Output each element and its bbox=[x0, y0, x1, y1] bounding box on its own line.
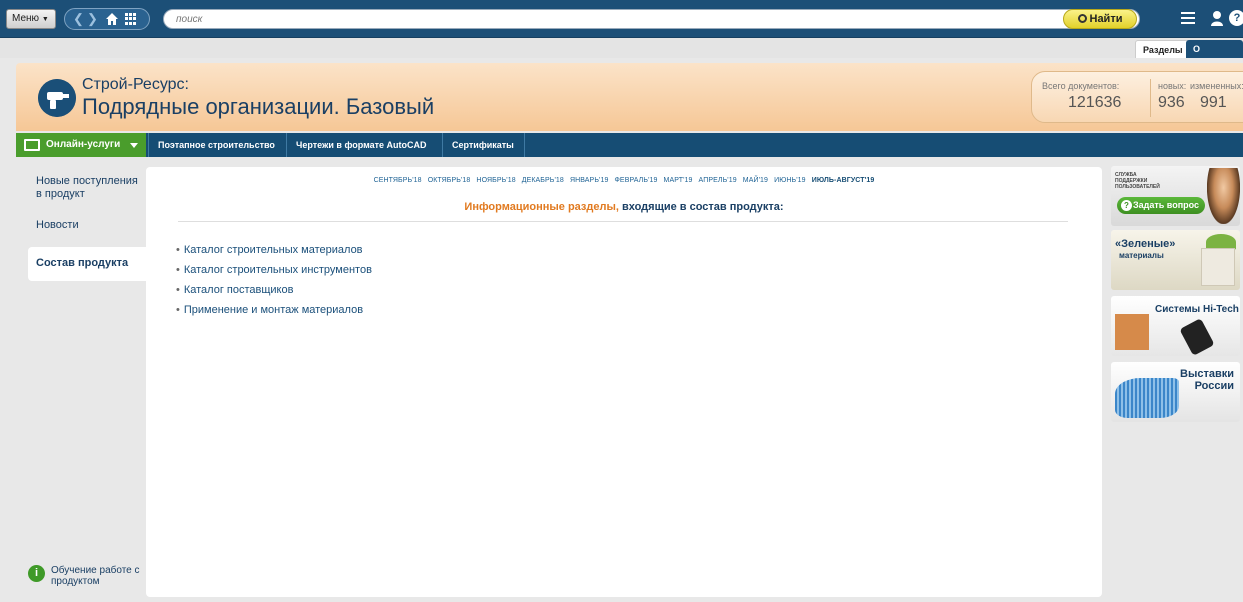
menu-label: Меню bbox=[12, 13, 40, 24]
nav-autocad-drawings[interactable]: Чертежи в формате AutoCAD bbox=[286, 133, 436, 157]
list-item[interactable]: • Применение и монтаж материалов bbox=[176, 300, 372, 320]
month-link[interactable]: АПРЕЛЬ'19 bbox=[699, 177, 737, 184]
ask-question-label: Задать вопрос bbox=[1133, 200, 1200, 210]
tab-about[interactable]: О системе bbox=[1186, 40, 1243, 72]
top-toolbar: Меню ▼ ❮ ❯ Найти ? bbox=[0, 0, 1243, 38]
product-header: Строй-Ресурс: Подрядные организации. Баз… bbox=[16, 63, 1243, 131]
hitech-title: Системы Hi-Tech bbox=[1155, 304, 1239, 315]
info-icon: i bbox=[28, 565, 45, 582]
new-docs-label: новых: bbox=[1158, 81, 1187, 91]
support-banner[interactable]: СЛУЖБА ПОДДЕРЖКИ ПОЛЬЗОВАТЕЛЕЙ ? Задать … bbox=[1111, 166, 1240, 226]
changed-docs-value: 991 bbox=[1200, 94, 1227, 111]
list-item[interactable]: • Каталог строительных инструментов bbox=[176, 260, 372, 280]
expo-title: Выставки России bbox=[1180, 368, 1234, 392]
green-materials-subtitle: материалы bbox=[1119, 251, 1164, 260]
grid-menu-icon[interactable] bbox=[125, 13, 139, 25]
sidebar-item-news[interactable]: Новости bbox=[36, 219, 79, 232]
section-heading: Информационные разделы, входящие в соста… bbox=[146, 201, 1102, 213]
support-title: СЛУЖБА ПОДДЕРЖКИ ПОЛЬЗОВАТЕЛЕЙ bbox=[1115, 172, 1160, 190]
product-title: Подрядные организации. Базовый bbox=[82, 94, 435, 119]
month-link[interactable]: ФЕВРАЛЬ'19 bbox=[615, 177, 658, 184]
list-item[interactable]: • Каталог строительных материалов bbox=[176, 240, 372, 260]
online-services-menu[interactable]: Онлайн-услуги bbox=[16, 133, 146, 157]
question-icon: ? bbox=[1121, 200, 1132, 211]
month-link[interactable]: ЯНВАРЬ'19 bbox=[570, 177, 609, 184]
expo-banner[interactable]: Выставки России bbox=[1111, 362, 1240, 422]
list-item[interactable]: • Каталог поставщиков bbox=[176, 280, 372, 300]
nav-stage-construction[interactable]: Поэтапное строительство bbox=[148, 133, 284, 157]
search-input[interactable] bbox=[163, 9, 1140, 29]
hamburger-menu-icon[interactable] bbox=[1181, 12, 1195, 24]
changed-docs-label: измененных: bbox=[1190, 81, 1243, 91]
phone-image bbox=[1179, 318, 1215, 356]
tab-sections[interactable]: Разделы bbox=[1135, 40, 1191, 58]
hitech-banner[interactable]: Системы Hi-Tech bbox=[1111, 296, 1240, 356]
month-link[interactable]: СЕНТЯБРЬ'18 bbox=[374, 177, 422, 184]
brand-subtitle: Строй-Ресурс: bbox=[82, 76, 189, 93]
month-link[interactable]: ДЕКАБРЬ'18 bbox=[522, 177, 564, 184]
main-navigation: Онлайн-услуги Поэтапное строительство Че… bbox=[16, 133, 1243, 157]
sidebar-item-new-arrivals[interactable]: Новые поступления в продукт bbox=[36, 175, 144, 201]
find-label: Найти bbox=[1089, 13, 1123, 25]
total-docs-value: 121636 bbox=[1068, 94, 1122, 111]
forward-arrow-icon[interactable]: ❯ bbox=[87, 11, 98, 27]
russia-map-image bbox=[1115, 378, 1179, 418]
ask-question-button[interactable]: ? Задать вопрос bbox=[1117, 197, 1205, 214]
sidebar-item-product-contents[interactable]: Состав продукта bbox=[28, 247, 146, 281]
month-link[interactable]: МАРТ'19 bbox=[664, 177, 693, 184]
sidebar-item-label: Состав продукта bbox=[36, 257, 129, 269]
user-icon[interactable] bbox=[1210, 10, 1224, 26]
caret-down-icon: ▼ bbox=[41, 16, 49, 23]
monitor-icon bbox=[24, 139, 40, 151]
document-stats: Всего документов: 121636 новых: 936 изме… bbox=[1031, 71, 1243, 123]
month-link[interactable]: МАЙ'19 bbox=[743, 177, 768, 184]
divider bbox=[178, 221, 1068, 222]
menu-button[interactable]: Меню ▼ bbox=[6, 9, 56, 29]
navigation-group: ❮ ❯ bbox=[64, 8, 150, 30]
green-materials-banner[interactable]: «Зеленые» материалы bbox=[1111, 230, 1240, 290]
search-icon bbox=[1077, 14, 1087, 23]
total-docs-label: Всего документов: bbox=[1042, 81, 1120, 91]
month-link[interactable]: ИЮНЬ'19 bbox=[774, 177, 806, 184]
month-link-current[interactable]: ИЮЛЬ-АВГУСТ'19 bbox=[812, 177, 875, 184]
drill-logo-icon bbox=[38, 79, 76, 117]
tabs-strip: Разделы О системе bbox=[0, 38, 1243, 72]
find-button[interactable]: Найти bbox=[1063, 9, 1137, 29]
support-agent-image bbox=[1207, 168, 1240, 224]
month-link[interactable]: ОКТЯБРЬ'18 bbox=[428, 177, 471, 184]
training-label: Обучение работе с продуктом bbox=[51, 565, 140, 587]
month-link[interactable]: НОЯБРЬ'18 bbox=[476, 177, 515, 184]
house-image bbox=[1115, 314, 1149, 350]
home-icon[interactable] bbox=[105, 12, 119, 26]
heading-orange: Информационные разделы, bbox=[464, 201, 619, 213]
content-panel: СЕНТЯБРЬ'18 ОКТЯБРЬ'18 НОЯБРЬ'18 ДЕКАБРЬ… bbox=[146, 167, 1102, 597]
chevron-down-icon bbox=[130, 143, 138, 148]
new-docs-value: 936 bbox=[1158, 94, 1185, 111]
green-materials-title: «Зеленые» bbox=[1115, 238, 1176, 250]
nav-certificates[interactable]: Сертификаты bbox=[442, 133, 523, 157]
sections-list: • Каталог строительных материалов • Катало… bbox=[176, 240, 372, 320]
help-icon[interactable]: ? bbox=[1229, 10, 1243, 26]
online-services-label: Онлайн-услуги bbox=[46, 139, 121, 150]
heading-blue: входящие в состав продукта: bbox=[621, 201, 784, 213]
months-bar: СЕНТЯБРЬ'18 ОКТЯБРЬ'18 НОЯБРЬ'18 ДЕКАБРЬ… bbox=[146, 177, 1102, 184]
back-arrow-icon[interactable]: ❮ bbox=[73, 11, 84, 27]
house-image bbox=[1201, 248, 1235, 286]
